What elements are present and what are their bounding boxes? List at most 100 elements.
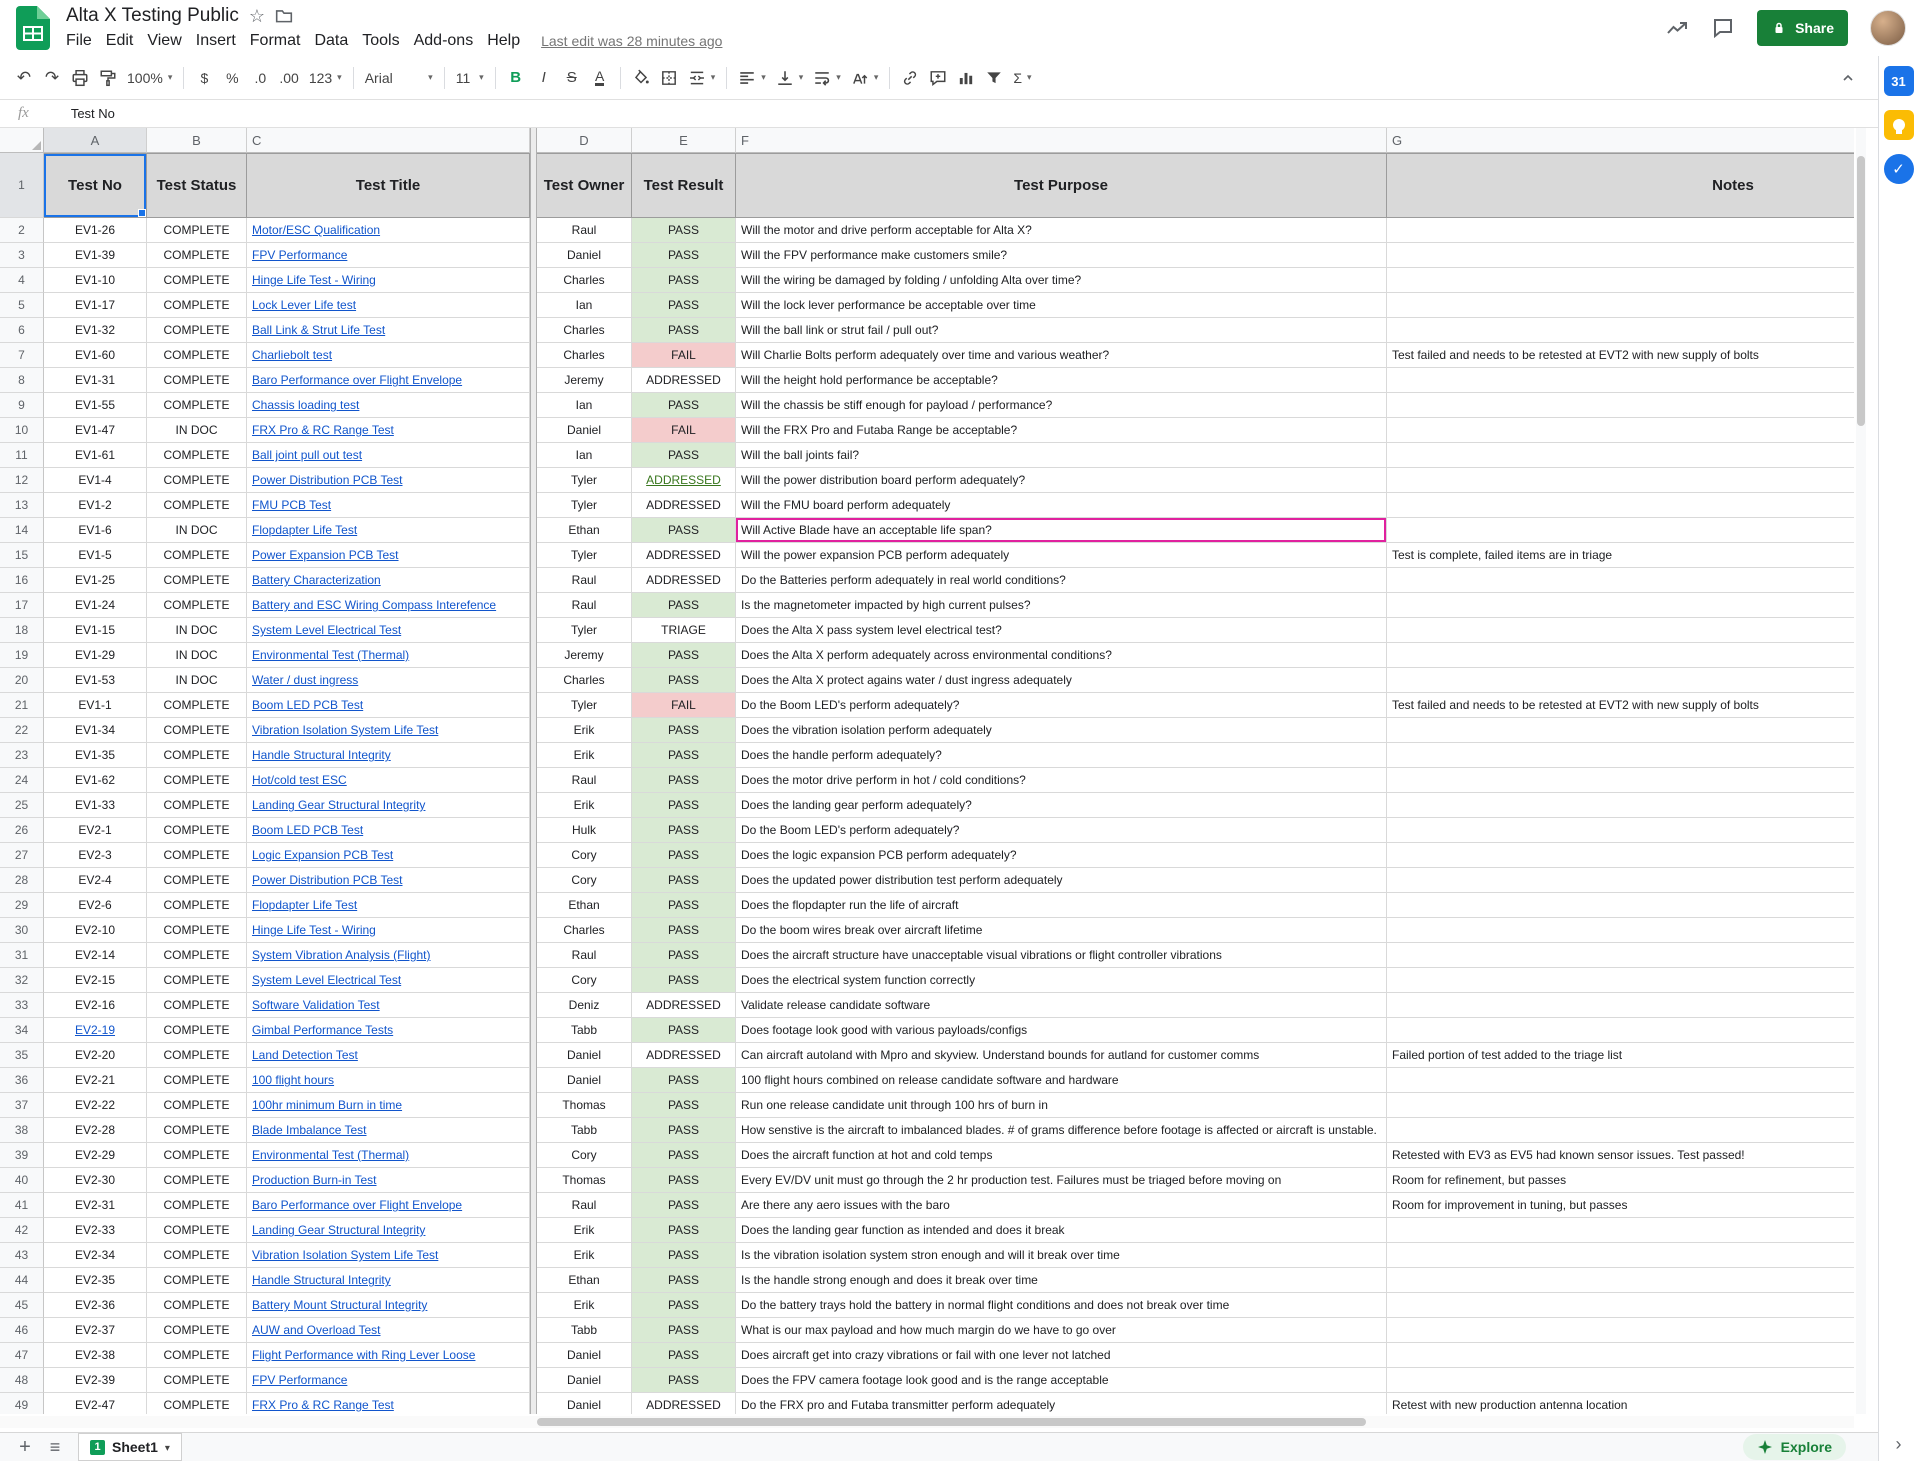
cell-test-no[interactable]: EV1-6 [44,518,147,543]
test-title-link[interactable]: Lock Lever Life test [252,298,356,312]
cell-test-title[interactable]: Chassis loading test [247,393,530,418]
menu-format[interactable]: Format [243,30,308,52]
cell-test-no[interactable]: EV1-35 [44,743,147,768]
test-title-link[interactable]: Production Burn-in Test [252,1173,377,1187]
cell-test-result[interactable]: PASS [632,1318,736,1343]
cell-test-no[interactable]: EV1-32 [44,318,147,343]
cell-test-result[interactable]: PASS [632,893,736,918]
cell-test-owner[interactable]: Charles [537,918,632,943]
cell-test-result[interactable]: PASS [632,668,736,693]
test-title-link[interactable]: Ball joint pull out test [252,448,362,462]
cell-test-owner[interactable]: Tyler [537,493,632,518]
test-title-link[interactable]: System Level Electrical Test [252,973,401,987]
cell-test-title[interactable]: System Level Electrical Test [247,968,530,993]
cell-notes[interactable] [1387,643,1854,668]
cell-test-no[interactable]: EV1-61 [44,443,147,468]
cell-notes[interactable] [1387,1218,1854,1243]
strikethrough-button[interactable]: S [558,63,586,93]
cell-test-result[interactable]: PASS [632,1293,736,1318]
cell-test-title[interactable]: Gimbal Performance Tests [247,1018,530,1043]
row-header-24[interactable]: 24 [0,768,44,793]
test-title-link[interactable]: Software Validation Test [252,998,380,1012]
move-folder-icon[interactable] [275,7,293,25]
column-header-e[interactable]: E [632,128,736,153]
cell-test-status[interactable]: COMPLETE [147,293,247,318]
cell-test-purpose[interactable]: Do the boom wires break over aircraft li… [736,918,1387,943]
cell-notes[interactable] [1387,1243,1854,1268]
cell-test-owner[interactable]: Ethan [537,518,632,543]
test-title-link[interactable]: Handle Structural Integrity [252,1273,391,1287]
insert-link-button[interactable] [896,63,924,93]
italic-button[interactable]: I [530,63,558,93]
cell-test-result[interactable]: ADDRESSED [632,568,736,593]
cell-test-owner[interactable]: Raul [537,1193,632,1218]
cell-test-purpose[interactable]: Does the logic expansion PCB perform ade… [736,843,1387,868]
horizontal-align-button[interactable] [733,63,771,93]
cell-test-status[interactable]: COMPLETE [147,993,247,1018]
cell-test-status[interactable]: COMPLETE [147,493,247,518]
test-result-link[interactable]: ADDRESSED [646,473,721,487]
menu-data[interactable]: Data [307,30,355,52]
cell-test-purpose[interactable]: Does aircraft get into crazy vibrations … [736,1343,1387,1368]
cell-test-title[interactable]: Boom LED PCB Test [247,693,530,718]
test-title-link[interactable]: Logic Expansion PCB Test [252,848,393,862]
cell-test-no[interactable]: EV2-1 [44,818,147,843]
cell-test-result[interactable]: PASS [632,818,736,843]
row-header-48[interactable]: 48 [0,1368,44,1393]
cell-test-status[interactable]: COMPLETE [147,443,247,468]
cell-test-purpose[interactable]: Validate release candidate software [736,993,1387,1018]
functions-button[interactable]: Σ [1008,63,1036,93]
cell-test-no[interactable]: EV1-1 [44,693,147,718]
cell-test-no[interactable]: EV1-15 [44,618,147,643]
cell-test-status[interactable]: COMPLETE [147,1293,247,1318]
menu-edit[interactable]: Edit [99,30,141,52]
cell-notes[interactable] [1387,743,1854,768]
header-cell-test-status[interactable]: Test Status [147,153,247,218]
cell-test-result[interactable]: PASS [632,393,736,418]
cell-test-result[interactable]: ADDRESSED [632,1393,736,1414]
cell-notes[interactable] [1387,568,1854,593]
column-header-c[interactable]: C [247,128,530,153]
explore-button[interactable]: Explore [1743,1434,1846,1460]
insert-chart-button[interactable] [952,63,980,93]
cell-test-purpose[interactable]: Will the motor and drive perform accepta… [736,218,1387,243]
cell-notes[interactable]: Room for improvement in tuning, but pass… [1387,1193,1854,1218]
cell-test-owner[interactable]: Jeremy [537,643,632,668]
row-header-2[interactable]: 2 [0,218,44,243]
cell-test-purpose[interactable]: Does the landing gear perform adequately… [736,793,1387,818]
sheet-tab-sheet1[interactable]: 1 Sheet1 [78,1433,182,1461]
cell-test-title[interactable]: 100 flight hours [247,1068,530,1093]
row-header-44[interactable]: 44 [0,1268,44,1293]
row-header-16[interactable]: 16 [0,568,44,593]
last-edit-link[interactable]: Last edit was 28 minutes ago [541,33,722,49]
cell-test-purpose[interactable]: Will the chassis be stiff enough for pay… [736,393,1387,418]
cell-test-status[interactable]: COMPLETE [147,1093,247,1118]
cell-test-result[interactable]: PASS [632,443,736,468]
merge-cells-button[interactable] [683,63,721,93]
keep-icon[interactable] [1884,110,1914,140]
cell-test-owner[interactable]: Erik [537,1243,632,1268]
cell-test-title[interactable]: Handle Structural Integrity [247,1268,530,1293]
test-title-link[interactable]: FPV Performance [252,248,347,262]
row-header-46[interactable]: 46 [0,1318,44,1343]
row-header-32[interactable]: 32 [0,968,44,993]
cell-test-owner[interactable]: Tyler [537,693,632,718]
hide-side-panel-button[interactable] [1879,1434,1918,1455]
format-currency-button[interactable]: $ [190,63,218,93]
cell-notes[interactable] [1387,843,1854,868]
test-title-link[interactable]: Ball Link & Strut Life Test [252,323,385,337]
test-title-link[interactable]: Landing Gear Structural Integrity [252,1223,425,1237]
test-title-link[interactable]: Vibration Isolation System Life Test [252,1248,438,1262]
row-header-17[interactable]: 17 [0,593,44,618]
cell-test-no[interactable]: EV2-34 [44,1243,147,1268]
cell-test-owner[interactable]: Daniel [537,1393,632,1414]
header-cell-test-owner[interactable]: Test Owner [537,153,632,218]
cell-test-status[interactable]: COMPLETE [147,1168,247,1193]
hide-toolbar-button[interactable] [1834,63,1862,93]
cell-test-title[interactable]: Production Burn-in Test [247,1168,530,1193]
cell-test-status[interactable]: COMPLETE [147,1218,247,1243]
cell-test-owner[interactable]: Tabb [537,1018,632,1043]
cell-test-owner[interactable]: Raul [537,218,632,243]
cell-test-purpose[interactable]: Does the FPV camera footage look good an… [736,1368,1387,1393]
row-header-39[interactable]: 39 [0,1143,44,1168]
